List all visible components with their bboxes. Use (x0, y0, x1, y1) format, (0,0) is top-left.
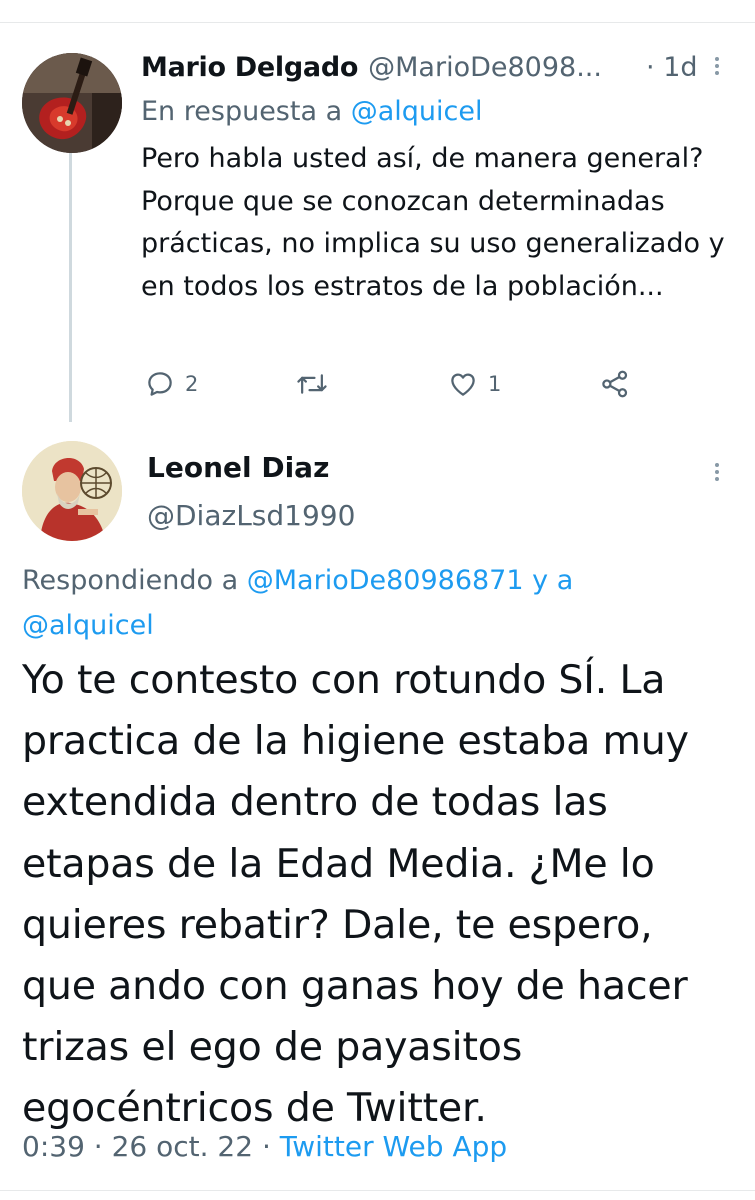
tweet-text: Yo te contesto con rotundo SÍ. La practi… (22, 657, 689, 1132)
like-count: 1 (488, 372, 502, 396)
avatar-leonel-diaz[interactable] (22, 441, 122, 541)
author-handle[interactable]: @DiazLsd1990 (147, 496, 355, 536)
share-button[interactable] (600, 362, 630, 406)
reply-mention-link[interactable]: @alquicel (22, 610, 154, 641)
author-handle[interactable]: @MarioDe8098... (368, 52, 602, 83)
reply-prefix: Respondiendo a (22, 565, 239, 596)
bottom-divider (0, 1190, 755, 1191)
retweet-icon (297, 374, 327, 394)
top-divider (0, 22, 755, 23)
like-icon (451, 373, 475, 396)
thread-connector-line (69, 152, 72, 422)
reply-icon (148, 372, 172, 396)
share-icon (602, 370, 628, 398)
tweet-time[interactable]: · 1d (646, 48, 698, 88)
reply-button[interactable]: 2 (145, 362, 198, 406)
more-icon[interactable] (712, 460, 722, 488)
time-value: 1d (663, 52, 698, 83)
reply-tweet-header: Mario Delgado @MarioDe8098... · 1d (141, 48, 741, 88)
time-separator: · (646, 52, 655, 83)
reply-prefix: En respuesta a (141, 96, 343, 127)
tweet-timestamp[interactable]: 0:39 · 26 oct. 22 · (22, 1130, 271, 1163)
avatar-mario-delgado[interactable] (22, 53, 122, 153)
reply-context: En respuesta a @alquicel (141, 92, 483, 132)
like-button[interactable]: 1 (448, 362, 501, 406)
reply-context: Respondiendo a @MarioDe80986871 y a @alq… (22, 558, 722, 648)
tweet-source-link[interactable]: Twitter Web App (280, 1130, 507, 1163)
reply-mention-link[interactable]: @alquicel (351, 96, 483, 127)
retweet-button[interactable] (296, 362, 328, 406)
reply-mention-link[interactable]: @MarioDe80986871 (247, 565, 524, 596)
author-name[interactable]: Leonel Diaz (147, 448, 329, 488)
reply-joiner: y a (532, 565, 574, 596)
author-name[interactable]: Mario Delgado (141, 52, 358, 83)
tweet-metadata: 0:39 · 26 oct. 22 · Twitter Web App (22, 1126, 507, 1168)
tweet-text: Pero habla usted así, de manera general?… (141, 143, 725, 302)
reply-count: 2 (185, 372, 199, 396)
more-icon[interactable] (712, 54, 722, 82)
